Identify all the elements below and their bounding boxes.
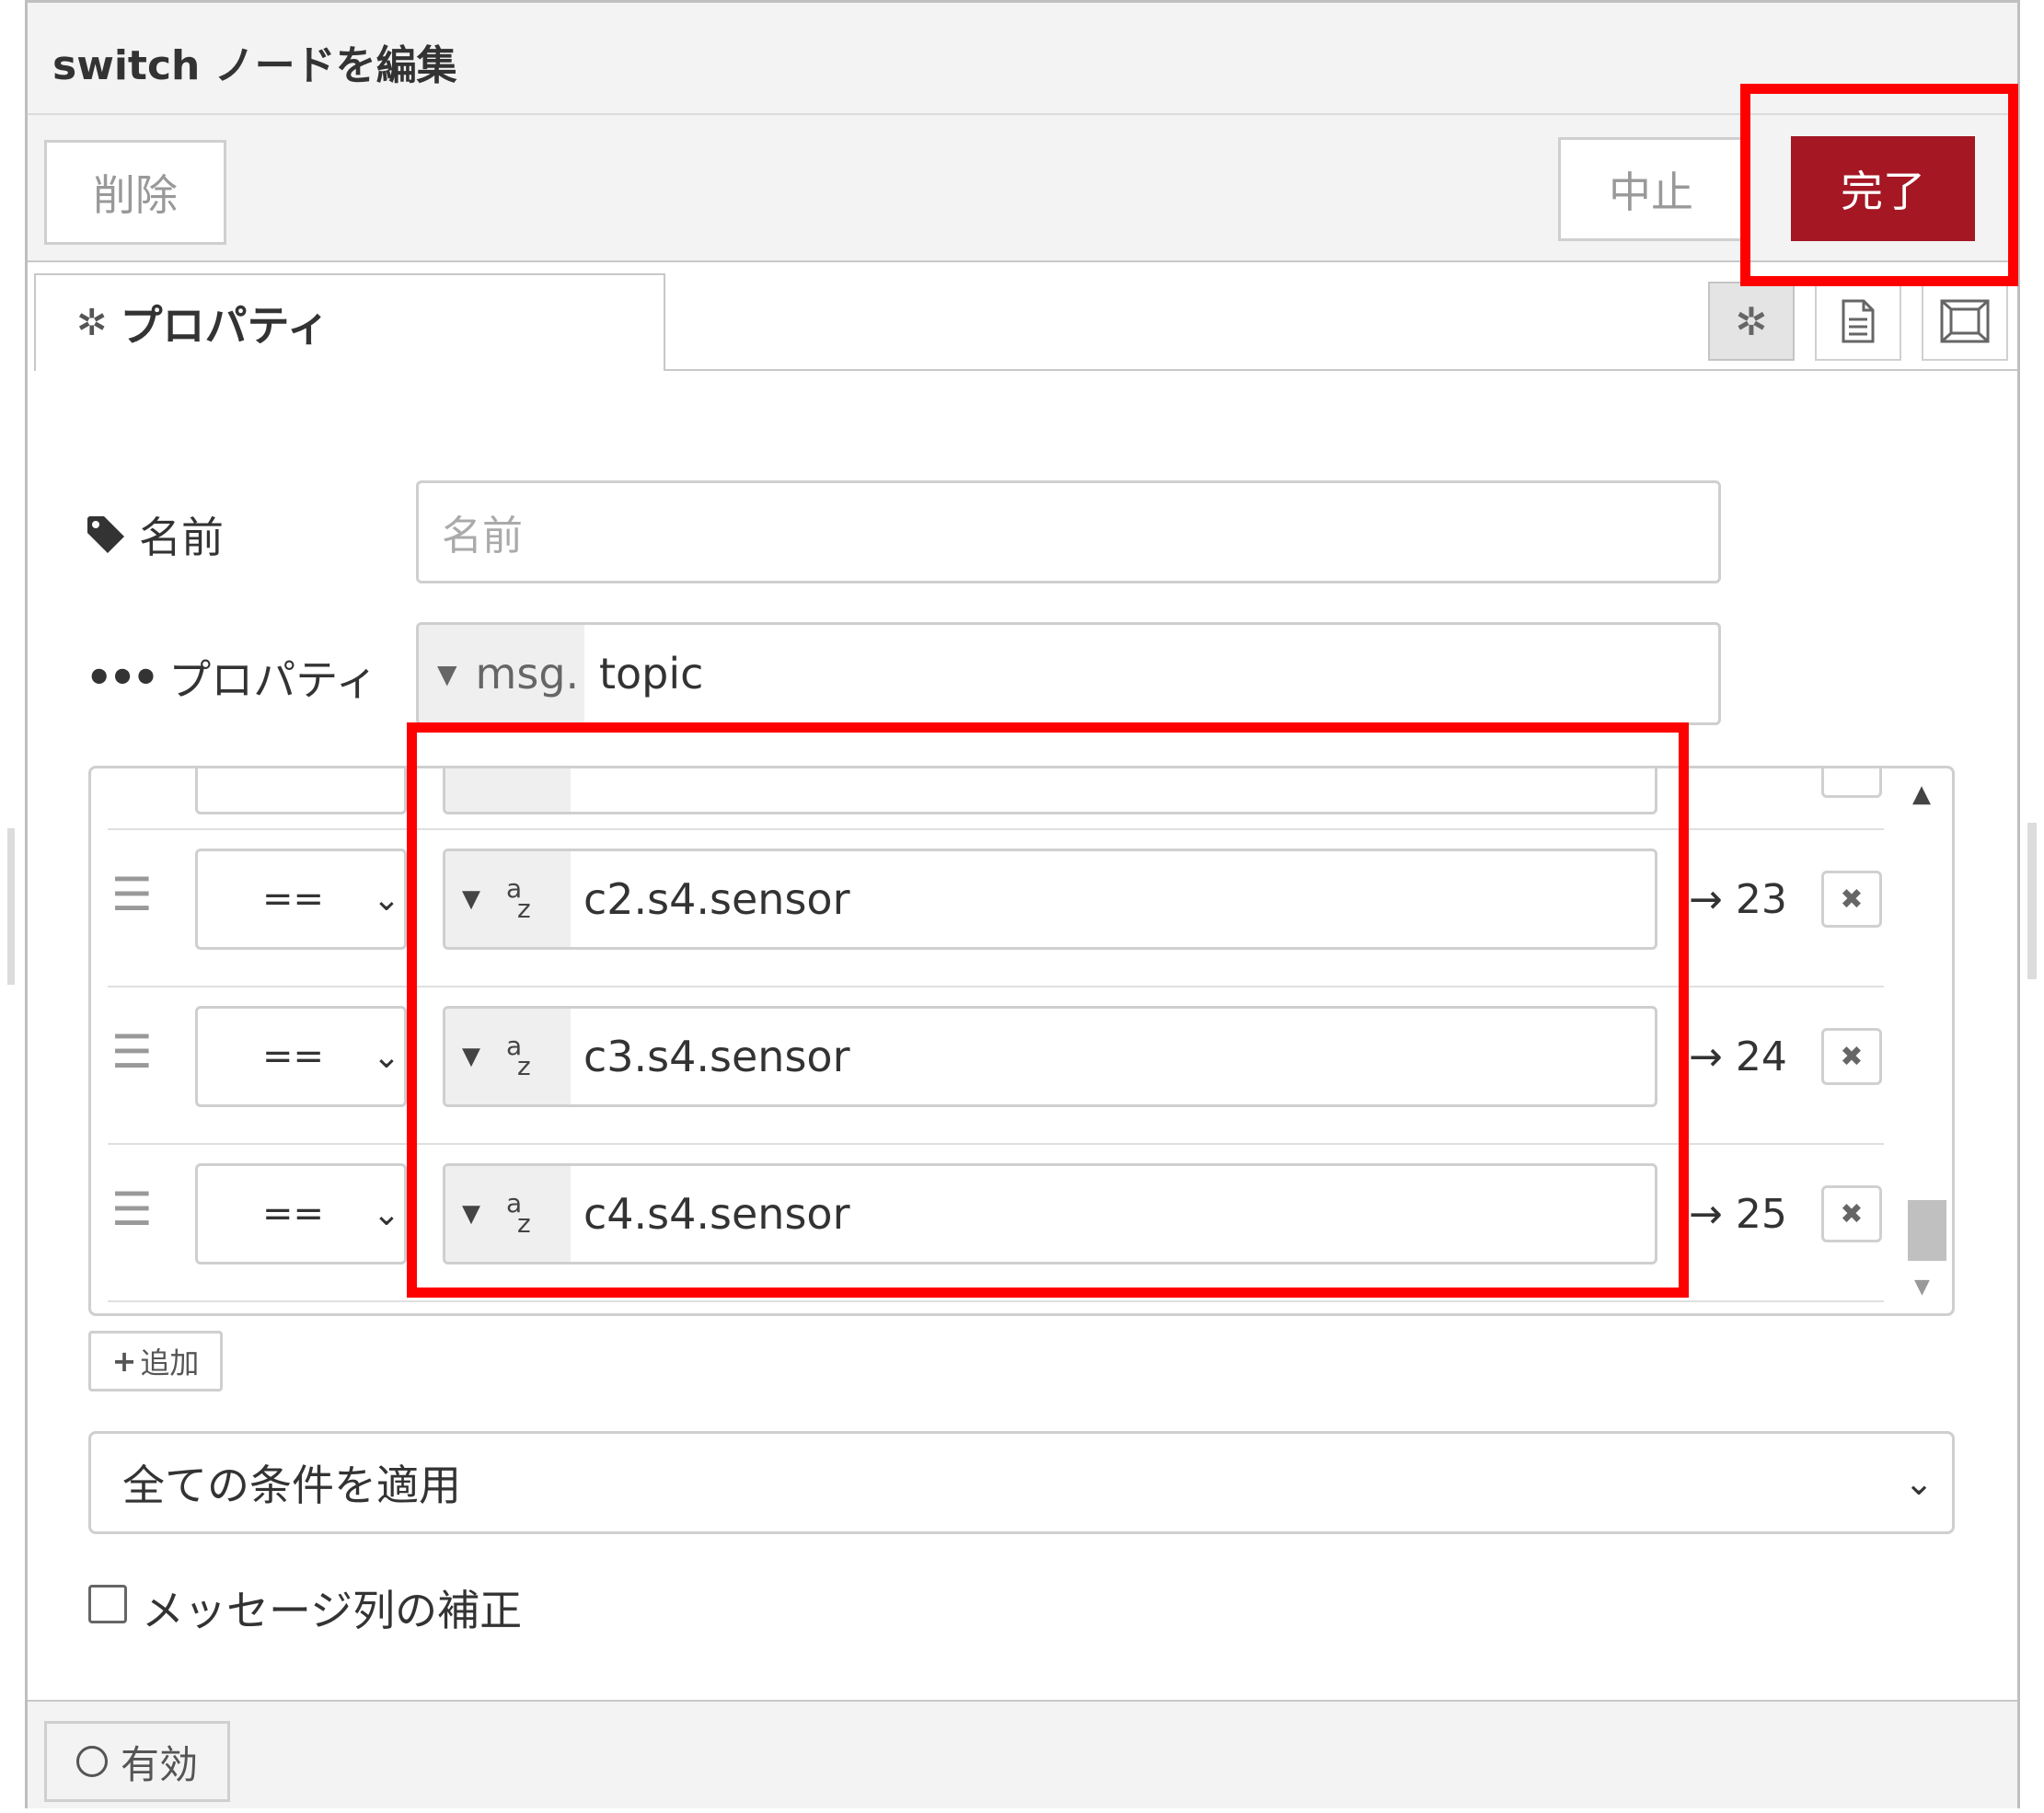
chevron-down-icon: ⌄ — [1904, 1462, 1934, 1503]
rule-row: ☰ == ⌄ ▼ az c4.s4.sensor → 25 ✖ — [91, 1144, 1886, 1300]
operator-select[interactable] — [195, 768, 407, 814]
chevron-down-icon: ⌄ — [372, 1195, 400, 1233]
rule-value-input[interactable]: ▼ az c2.s4.sensor — [443, 849, 1657, 950]
cancel-button[interactable]: 中止 — [1558, 137, 1744, 241]
tag-icon — [87, 516, 124, 553]
property-label-text: プロパティ — [168, 655, 378, 705]
close-icon: ✖ — [1840, 883, 1864, 916]
operator-select[interactable]: == ⌄ — [195, 1006, 407, 1107]
drag-handle-icon[interactable]: ☰ — [111, 872, 153, 918]
add-rule-label: 追加 — [140, 1345, 200, 1380]
operator-select[interactable]: == ⌄ — [195, 1163, 407, 1264]
output-port-label: → 24 — [1689, 1033, 1787, 1080]
appearance-tab-button[interactable] — [1922, 282, 2008, 361]
delete-rule-button[interactable]: ✖ — [1821, 1185, 1882, 1242]
gear-icon: ✲ — [1735, 298, 1768, 344]
drag-handle-icon[interactable]: ☰ — [111, 1186, 153, 1232]
value-type-selector[interactable] — [445, 768, 571, 812]
frame-icon — [1940, 299, 1990, 343]
scroll-up-arrow-icon[interactable]: ▲ — [1912, 780, 1931, 808]
drag-handle-icon[interactable]: ☰ — [111, 1029, 153, 1075]
add-rule-button[interactable]: + 追加 — [88, 1331, 223, 1392]
property-type-selector[interactable]: ▼ msg. — [419, 625, 584, 722]
name-input[interactable]: 名前 — [416, 480, 1721, 583]
scrollbar-thumb[interactable] — [1908, 1200, 1946, 1261]
right-resize-handle[interactable] — [2027, 823, 2037, 979]
check-all-value: 全ての条件を適用 — [122, 1461, 461, 1510]
operator-select[interactable]: == ⌄ — [195, 849, 407, 950]
output-port-label: → 25 — [1689, 1190, 1787, 1238]
tab-divider — [665, 369, 2017, 371]
rule-row: ☰ == ⌄ ▼ az c2.s4.sensor → 23 ✖ — [91, 829, 1886, 986]
output-port-label: → 23 — [1689, 875, 1787, 923]
rule-value-text[interactable]: c2.s4.sensor — [583, 851, 849, 947]
name-label: 名前 — [86, 504, 224, 565]
gear-icon: ✲ — [76, 302, 108, 344]
enabled-label: 有効 — [120, 1741, 198, 1787]
name-label-text: 名前 — [139, 513, 224, 562]
value-type-selector[interactable]: ▼ az — [445, 1009, 571, 1104]
dialog-title: switch ノードを編集 — [52, 42, 457, 89]
delete-rule-button[interactable] — [1821, 768, 1882, 798]
rule-value-input[interactable]: ▼ az c3.s4.sensor — [443, 1006, 1657, 1107]
caret-down-icon: ▼ — [437, 658, 457, 689]
chevron-down-icon: ⌄ — [372, 1037, 400, 1076]
rule-value-text[interactable]: c3.s4.sensor — [583, 1009, 849, 1104]
enabled-toggle-button[interactable]: 有効 — [44, 1721, 230, 1802]
row-divider — [108, 1300, 1884, 1302]
rule-value-input[interactable]: ▼ az c4.s4.sensor — [443, 1163, 1657, 1264]
string-type-icon: az — [506, 1188, 531, 1239]
chevron-down-icon: ⌄ — [372, 880, 400, 918]
tab-properties-label: プロパティ — [120, 301, 329, 351]
delete-rule-button[interactable]: ✖ — [1821, 871, 1882, 928]
rule-value-input[interactable] — [443, 768, 1657, 814]
rule-value-text[interactable]: c4.s4.sensor — [583, 1166, 849, 1262]
recreate-sequence-label: メッセージ列の補正 — [142, 1586, 523, 1635]
delete-rule-button[interactable]: ✖ — [1821, 1028, 1882, 1085]
caret-down-icon: ▼ — [462, 885, 480, 913]
description-tab-button[interactable] — [1815, 282, 1901, 361]
operator-value: == — [262, 1193, 325, 1235]
value-type-selector[interactable]: ▼ az — [445, 851, 571, 947]
property-label: ••• プロパティ — [86, 647, 377, 708]
rules-list[interactable]: ☰ == ⌄ ▼ az c2.s4.sensor → 23 ✖ ☰ == ⌄ ▼… — [88, 766, 1955, 1316]
plus-icon: + — [111, 1344, 137, 1379]
circle-icon — [75, 1746, 108, 1777]
dialog-footer — [28, 1700, 2017, 1808]
operator-value: == — [262, 1035, 325, 1078]
check-all-select[interactable]: 全ての条件を適用 ⌄ — [88, 1431, 1955, 1534]
delete-button[interactable]: 削除 — [44, 140, 226, 245]
property-value[interactable]: topic — [599, 625, 703, 722]
document-icon — [1842, 299, 1875, 343]
tab-properties[interactable]: ✲ プロパティ — [34, 273, 665, 371]
rule-row: ☰ == ⌄ ▼ az c3.s4.sensor → 24 ✖ — [91, 987, 1886, 1143]
settings-tab-button[interactable]: ✲ — [1708, 282, 1795, 361]
rule-row-partial — [91, 768, 1886, 814]
left-resize-handle[interactable] — [7, 828, 15, 985]
property-prefix: msg. — [475, 649, 580, 699]
scroll-down-arrow-icon[interactable]: ▼ — [1914, 1276, 1930, 1299]
caret-down-icon: ▼ — [462, 1200, 480, 1228]
caret-down-icon: ▼ — [462, 1043, 480, 1070]
recreate-sequence-checkbox[interactable] — [88, 1585, 127, 1623]
string-type-icon: az — [506, 873, 531, 924]
close-icon: ✖ — [1840, 1040, 1864, 1073]
done-button[interactable]: 完了 — [1791, 136, 1975, 241]
string-type-icon: az — [506, 1031, 531, 1081]
value-type-selector[interactable]: ▼ az — [445, 1166, 571, 1262]
close-icon: ✖ — [1840, 1197, 1864, 1230]
property-input[interactable]: ▼ msg. topic — [416, 622, 1721, 725]
ellipsis-icon: ••• — [86, 652, 159, 702]
operator-value: == — [262, 878, 325, 920]
